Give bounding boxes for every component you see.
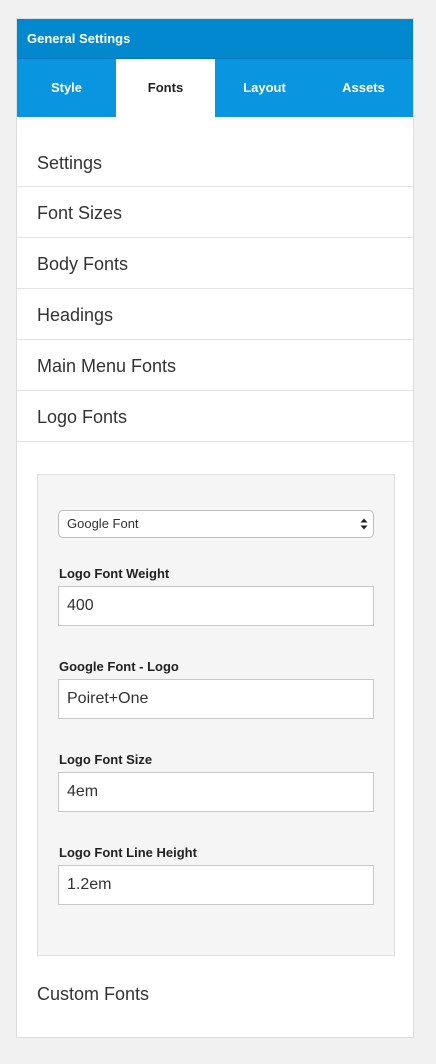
font-type-select[interactable]: Google Font bbox=[58, 510, 374, 538]
tab-fonts[interactable]: Fonts bbox=[116, 59, 215, 117]
panel-title: General Settings bbox=[27, 31, 131, 46]
font-type-select-value: Google Font bbox=[67, 516, 139, 531]
menu-item-font-sizes[interactable]: Font Sizes bbox=[17, 187, 413, 238]
menu-item-logo-fonts[interactable]: Logo Fonts bbox=[17, 391, 413, 442]
menu-item-headings[interactable]: Headings bbox=[17, 289, 413, 340]
tab-assets[interactable]: Assets bbox=[314, 59, 413, 117]
logo-font-size-label: Logo Font Size bbox=[59, 752, 153, 767]
menu-item-custom-fonts[interactable]: Custom Fonts bbox=[37, 984, 149, 1005]
logo-font-size-input[interactable]: 4em bbox=[58, 772, 374, 812]
google-font-logo-input[interactable]: Poiret+One bbox=[58, 679, 374, 719]
logo-font-line-height-label: Logo Font Line Height bbox=[59, 845, 197, 860]
tab-style[interactable]: Style bbox=[17, 59, 116, 117]
menu-item-settings[interactable]: Settings bbox=[17, 137, 413, 187]
settings-panel: General Settings Style Fonts Layout Asse… bbox=[16, 18, 414, 1038]
panel-header: General Settings bbox=[17, 19, 413, 59]
logo-font-line-height-input[interactable]: 1.2em bbox=[58, 865, 374, 905]
menu-item-body-fonts[interactable]: Body Fonts bbox=[17, 238, 413, 289]
font-settings-menu: Settings Font Sizes Body Fonts Headings … bbox=[17, 137, 413, 442]
logo-font-weight-label: Logo Font Weight bbox=[59, 566, 170, 581]
menu-item-main-menu-fonts[interactable]: Main Menu Fonts bbox=[17, 340, 413, 391]
tab-layout[interactable]: Layout bbox=[215, 59, 314, 117]
google-font-logo-label: Google Font - Logo bbox=[59, 659, 179, 674]
select-arrows-icon bbox=[360, 518, 368, 530]
logo-fonts-section: Google Font Logo Font Weight 400 Google … bbox=[37, 474, 395, 956]
tab-bar: Style Fonts Layout Assets bbox=[17, 59, 413, 117]
logo-font-weight-input[interactable]: 400 bbox=[58, 586, 374, 626]
